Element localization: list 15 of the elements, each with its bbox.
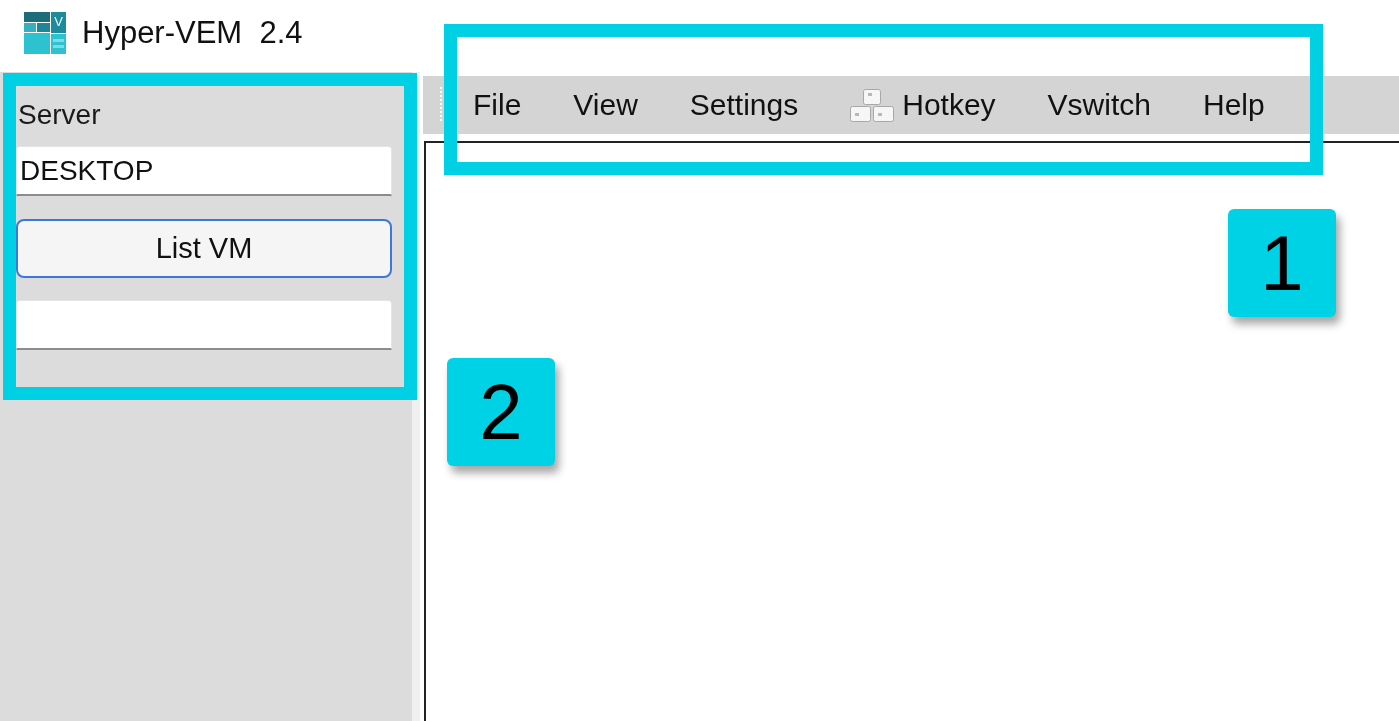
server-label: Server: [18, 98, 101, 132]
text-field[interactable]: DESKTOP: [16, 146, 392, 196]
menu-item[interactable]: File: [447, 76, 548, 134]
menu-item[interactable]: View: [547, 76, 664, 134]
list-vm-button[interactable]: List VM: [16, 219, 392, 278]
window-title: Hyper-VEM 2.4: [82, 14, 303, 52]
keyboard-keys-icon: [850, 88, 895, 122]
callout-number: 1: [1228, 209, 1336, 317]
callout-number: 2: [447, 358, 555, 466]
menu-item[interactable]: Settings: [663, 76, 825, 134]
menu-item[interactable]: Hotkey: [824, 76, 1022, 134]
menu-item[interactable]: Vswitch: [1021, 76, 1177, 134]
menu-item[interactable]: Help: [1176, 76, 1291, 134]
text-field[interactable]: [16, 300, 392, 350]
app-logo: V: [24, 12, 66, 54]
